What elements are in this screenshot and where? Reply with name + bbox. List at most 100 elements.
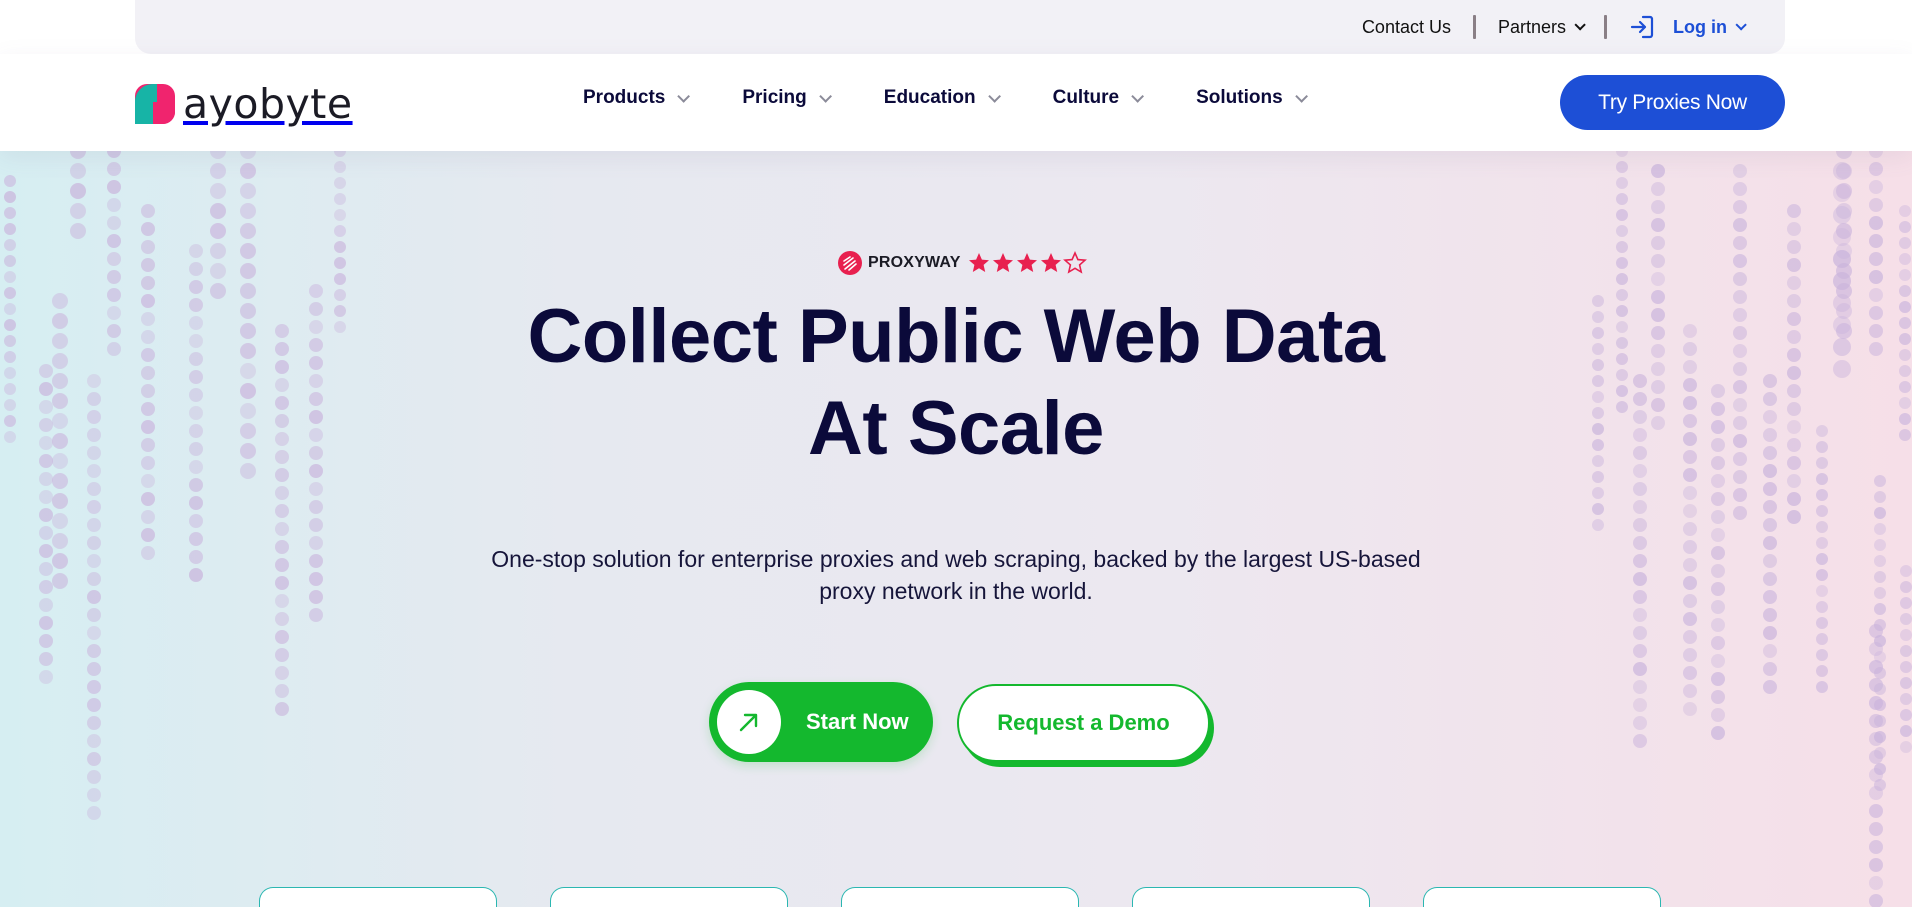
background-dot [39,634,53,648]
start-now-button[interactable]: Start Now [709,682,933,762]
background-dot [1711,546,1725,560]
background-dot [107,216,121,230]
background-dot [87,662,101,676]
background-dot [1633,482,1647,496]
background-dot [309,518,323,532]
background-dot [1651,236,1665,250]
background-dot [141,258,155,272]
background-dot [87,734,101,748]
contact-us-link[interactable]: Contact Us [1362,17,1451,38]
background-dot [1683,558,1697,572]
background-dot [1787,222,1801,236]
background-dot [1683,504,1697,518]
feature-card[interactable] [841,887,1079,907]
background-dot [1874,491,1886,503]
background-dot [1616,193,1628,205]
background-dot [189,514,203,528]
background-dot [275,504,289,518]
background-dot [1816,617,1828,629]
background-dot [107,180,121,194]
background-dot [1711,690,1725,704]
partners-menu[interactable]: Partners [1498,17,1582,38]
background-dot [87,482,101,496]
background-dot [1900,693,1912,705]
background-dot [1869,151,1883,158]
background-dot [1900,725,1912,737]
background-dot [1816,489,1828,501]
background-dot [1633,644,1647,658]
background-dot [1733,218,1747,232]
background-dot [1763,572,1777,586]
chevron-down-icon [1735,19,1746,30]
nav-solutions[interactable]: Solutions [1196,87,1304,109]
background-dot [1711,600,1725,614]
background-dot [309,536,323,550]
background-dot [52,473,68,489]
background-dot [334,193,346,205]
background-dot [1633,518,1647,532]
background-dot [1633,626,1647,640]
background-dot [141,474,155,488]
background-dot [4,223,16,235]
background-dot [1711,528,1725,542]
nav-culture[interactable]: Culture [1053,87,1141,109]
background-dot [1899,253,1911,265]
background-dot [1633,698,1647,712]
background-dot [1869,216,1883,230]
background-dot [87,590,101,604]
proxyway-logo [838,251,862,275]
background-dot [275,540,289,554]
background-dot [1816,681,1828,693]
feature-card[interactable] [259,887,497,907]
background-dot [334,273,346,285]
background-dot [1711,510,1725,524]
background-dot [1900,565,1912,577]
background-dot [4,255,16,267]
star-filled-icon [991,251,1015,275]
background-dot [1787,492,1801,506]
nav-education[interactable]: Education [884,87,997,109]
logo[interactable]: ayobyte [135,80,353,128]
background-dot [1616,241,1628,253]
background-dot [4,271,16,283]
headline-line-1: Collect Public Web Data [527,294,1384,379]
background-dot [1874,667,1886,679]
background-dot [52,493,68,509]
background-dot [87,806,101,820]
contact-us-label: Contact Us [1362,17,1451,38]
background-dot [87,626,101,640]
background-dot [1763,626,1777,640]
main-nav: Products Pricing Education Culture Solut… [583,87,1360,109]
background-dot [1683,522,1697,536]
background-dot [240,203,256,219]
request-demo-button[interactable]: Request a Demo [957,684,1210,762]
background-dot [1711,726,1725,740]
background-dot [1592,487,1604,499]
background-dot [1874,619,1886,631]
background-dot [1633,572,1647,586]
background-dot [1633,716,1647,730]
background-dot [275,558,289,572]
nav-pricing[interactable]: Pricing [742,87,827,109]
feature-card[interactable] [550,887,788,907]
background-dot [1874,715,1886,727]
background-dot [1869,270,1883,284]
background-dot [1733,182,1747,196]
background-dot [1874,603,1886,615]
feature-card[interactable] [1423,887,1661,907]
try-proxies-button[interactable]: Try Proxies Now [1560,75,1785,130]
background-dot [240,263,256,279]
nav-products[interactable]: Products [583,87,686,109]
background-dot [1874,507,1886,519]
background-dot [1633,536,1647,550]
background-dot [70,151,86,159]
background-dot [210,151,226,159]
background-dot [1787,204,1801,218]
chevron-down-icon [988,90,1001,103]
feature-card[interactable] [1132,887,1370,907]
background-dot [4,191,16,203]
background-dot [1733,254,1747,268]
login-menu[interactable]: Log in [1629,14,1743,40]
background-dot [1683,594,1697,608]
background-dot [1616,273,1628,285]
